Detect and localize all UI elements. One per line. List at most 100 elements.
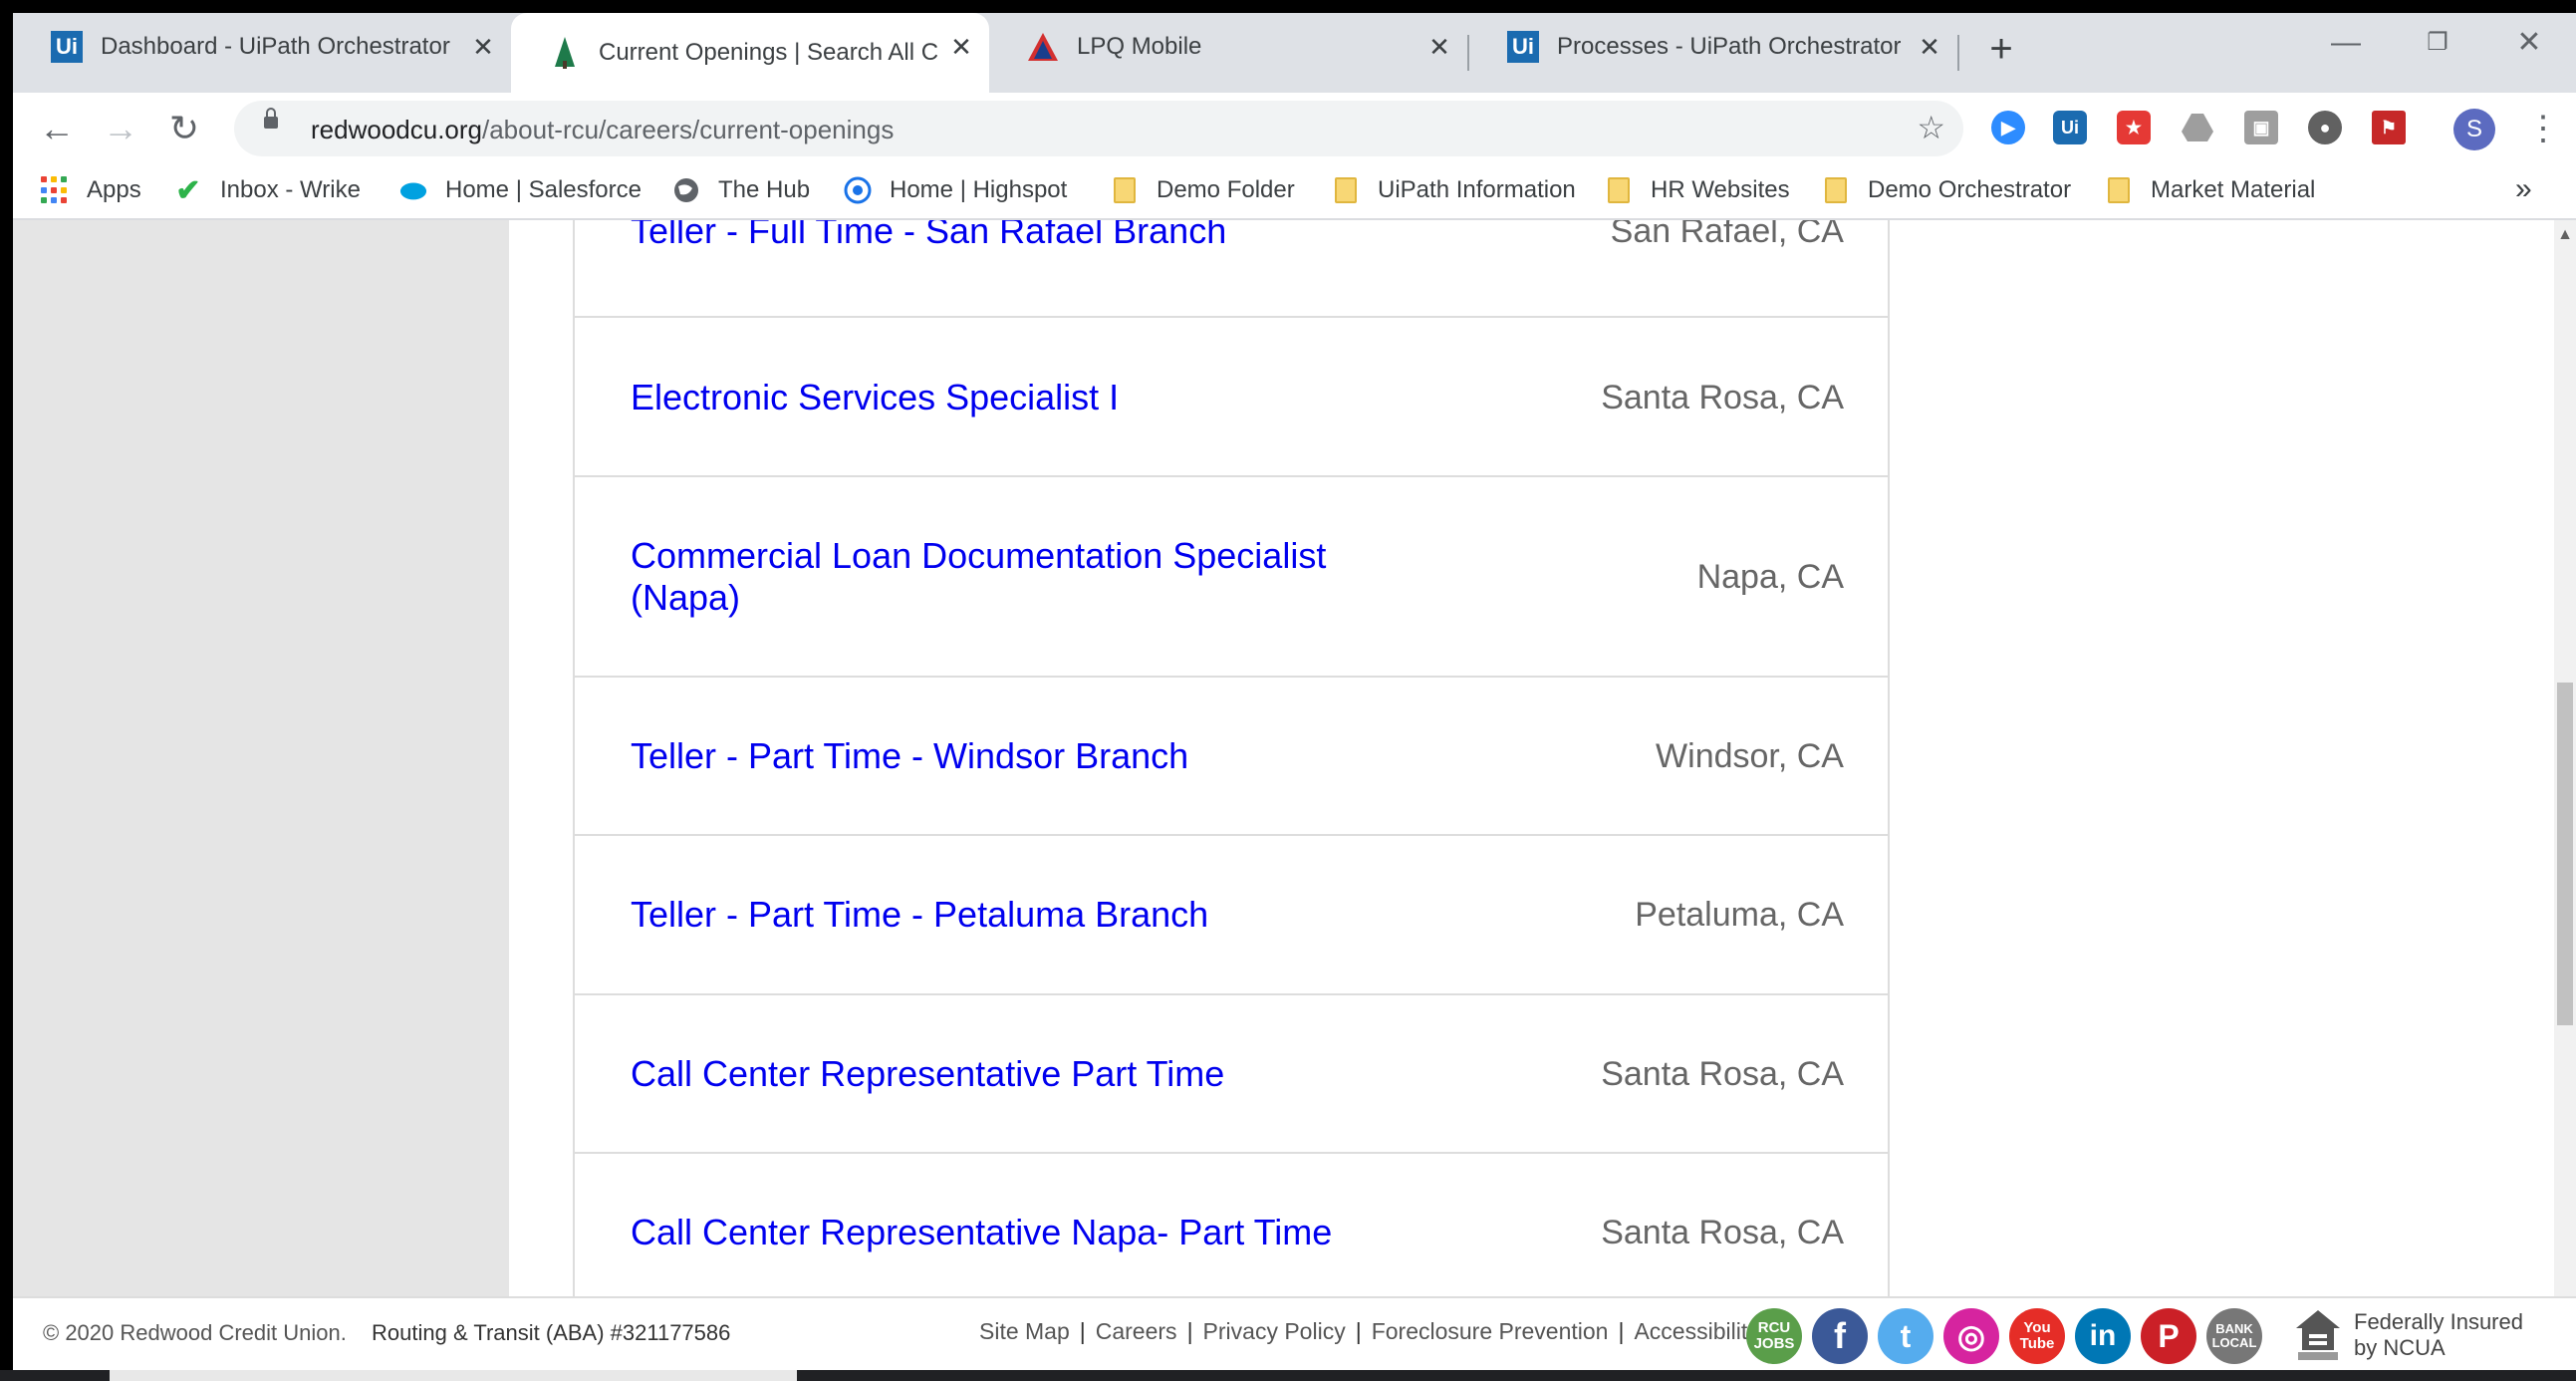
folder-icon [1605, 176, 1633, 204]
bookmark-label: Demo Folder [1157, 176, 1295, 203]
bookmark-label: Market Material [2151, 176, 2316, 203]
rcu-jobs-icon[interactable]: RCU JOBS [1746, 1308, 1802, 1364]
job-row: Commercial Loan Documentation Specialist… [575, 477, 1888, 678]
footer-link-site-map[interactable]: Site Map [969, 1318, 1080, 1345]
uipath-extension-icon[interactable]: Ui [2053, 111, 2087, 144]
ncua-badge: Federally Insured by NCUA [2294, 1308, 2523, 1362]
bookmarks-bar: Apps ✔ Inbox - Wrike Home | Salesforce T… [13, 164, 2576, 220]
site-footer: © 2020 Redwood Credit Union. Routing & T… [13, 1296, 2576, 1370]
browser-toolbar: ← → ↻ redwoodcu.org/about-rcu/careers/cu… [13, 93, 2576, 164]
job-title-link[interactable]: Teller - Full Time - San Rafael Branch [631, 220, 1388, 252]
folder-icon [1332, 176, 1360, 204]
close-icon[interactable]: ✕ [1423, 31, 1455, 63]
close-icon[interactable]: ✕ [1914, 31, 1945, 63]
footer-link-foreclosure-prevention[interactable]: Foreclosure Prevention [1362, 1318, 1619, 1345]
bank-local-icon[interactable]: BANK LOCAL [2206, 1308, 2262, 1364]
bookmark-wrike[interactable]: ✔ Inbox - Wrike [174, 173, 361, 207]
job-listing: Teller - Full Time - San Rafael Branch S… [573, 220, 1890, 1296]
zoom-extension-icon[interactable]: ▶ [1991, 111, 2025, 144]
tab-lpq-mobile[interactable]: LPQ Mobile ✕ [989, 13, 1467, 81]
job-title-link[interactable]: Call Center Representative Part Time [631, 1053, 1388, 1095]
browser-window: Ui Dashboard - UiPath Orchestrator ✕ Cur… [13, 13, 2576, 1370]
tab-separator [1957, 35, 1959, 71]
tab-strip: Ui Dashboard - UiPath Orchestrator ✕ Cur… [13, 13, 2576, 93]
job-location: Santa Rosa, CA [1601, 1214, 1844, 1251]
menu-icon[interactable]: ⋮ [2525, 105, 2561, 152]
ncua-line-2: by NCUA [2354, 1335, 2446, 1360]
bookmark-star-icon[interactable]: ☆ [1917, 109, 1945, 146]
facebook-icon[interactable]: f [1812, 1308, 1868, 1364]
extension-icon[interactable]: ● [2308, 111, 2342, 144]
close-window-icon[interactable]: ✕ [2483, 13, 2575, 73]
tab-processes[interactable]: Ui Processes - UiPath Orchestrator ✕ [1469, 13, 1957, 81]
job-row: Call Center Representative Part Time San… [575, 995, 1888, 1154]
close-icon[interactable]: ✕ [467, 31, 499, 63]
job-location: San Rafael, CA [1610, 220, 1844, 250]
job-row: Teller - Part Time - Windsor Branch Wind… [575, 678, 1888, 836]
job-row: Teller - Full Time - San Rafael Branch S… [575, 220, 1888, 318]
bookmark-demo-orchestrator[interactable]: Demo Orchestrator [1822, 174, 2071, 206]
restore-icon[interactable]: ❐ [2392, 13, 2483, 73]
new-tab-button[interactable]: + [1977, 25, 2025, 73]
bookmark-label: Apps [87, 176, 141, 203]
job-location: Santa Rosa, CA [1601, 379, 1844, 416]
address-bar[interactable]: redwoodcu.org/about-rcu/careers/current-… [234, 101, 1963, 156]
youtube-icon[interactable]: You Tube [2009, 1308, 2065, 1364]
tab-title: LPQ Mobile [1077, 33, 1202, 60]
url-path: /about-rcu/careers/current-openings [482, 115, 895, 144]
bookmark-apps[interactable]: Apps [41, 174, 141, 206]
lock-icon [264, 108, 278, 129]
bookmark-label: The Hub [718, 176, 811, 203]
footer-link-careers[interactable]: Careers [1086, 1318, 1187, 1345]
back-icon[interactable]: ← [31, 103, 83, 154]
extension-icon[interactable]: ▣ [2244, 111, 2278, 144]
job-title-link[interactable]: Call Center Representative Napa- Part Ti… [631, 1212, 1388, 1253]
highspot-icon [844, 176, 872, 204]
routing-number: Routing & Transit (ABA) #321177586 [372, 1320, 731, 1345]
footer-link-privacy-policy[interactable]: Privacy Policy [1193, 1318, 1356, 1345]
more-bookmarks-icon[interactable]: » [2515, 172, 2532, 206]
job-title-link[interactable]: Teller - Part Time - Windsor Branch [631, 735, 1388, 777]
extension-icon[interactable]: ★ [2117, 111, 2151, 144]
close-icon[interactable]: ✕ [945, 31, 977, 63]
forward-icon[interactable]: → [95, 103, 146, 154]
bookmark-label: Home | Highspot [890, 176, 1068, 203]
bookmark-market-material[interactable]: Market Material [2105, 174, 2315, 206]
scrollbar-thumb[interactable] [2557, 683, 2573, 1025]
job-title-link[interactable]: Commercial Loan Documentation Specialist… [631, 535, 1388, 619]
scroll-up-arrow-icon[interactable]: ▲ [2554, 226, 2576, 246]
footer-links: Site Map | Careers | Privacy Policy | Fo… [969, 1318, 1769, 1345]
linkedin-icon[interactable]: in [2075, 1308, 2131, 1364]
bookmark-hr-websites[interactable]: HR Websites [1605, 174, 1790, 206]
job-title-link[interactable]: Electronic Services Specialist I [631, 377, 1388, 418]
reload-icon[interactable]: ↻ [158, 103, 210, 154]
wrike-check-icon: ✔ [175, 173, 201, 207]
bookmark-uipath-information[interactable]: UiPath Information [1332, 174, 1576, 206]
instagram-icon[interactable]: ◎ [1943, 1308, 1999, 1364]
uipath-icon: Ui [1507, 31, 1539, 63]
lpq-icon [1027, 31, 1059, 63]
uipath-icon: Ui [51, 31, 83, 63]
profile-avatar[interactable]: S [2453, 109, 2495, 150]
job-row: Electronic Services Specialist I Santa R… [575, 318, 1888, 477]
taskbar-strip [0, 1370, 2576, 1381]
tab-current-openings[interactable]: Current Openings | Search All Cu ✕ [511, 13, 989, 93]
google-drive-icon[interactable] [2181, 111, 2214, 144]
address-url[interactable]: redwoodcu.org/about-rcu/careers/current-… [311, 115, 894, 145]
job-row: Teller - Part Time - Petaluma Branch Pet… [575, 836, 1888, 995]
job-title-link[interactable]: Teller - Part Time - Petaluma Branch [631, 894, 1388, 936]
apps-grid-icon [41, 176, 69, 204]
tab-dashboard[interactable]: Ui Dashboard - UiPath Orchestrator ✕ [13, 13, 511, 81]
bookmark-highspot[interactable]: Home | Highspot [844, 174, 1067, 206]
minimize-icon[interactable]: — [2300, 13, 2392, 73]
bookmark-the-hub[interactable]: The Hub [672, 174, 810, 206]
bookmark-label: Home | Salesforce [445, 176, 642, 203]
bookmark-salesforce[interactable]: Home | Salesforce [399, 174, 642, 206]
page-scrollbar[interactable]: ▲ [2554, 220, 2576, 1296]
url-domain: redwoodcu.org [311, 115, 482, 144]
twitter-icon[interactable]: t [1878, 1308, 1933, 1364]
pinterest-icon[interactable]: P [2141, 1308, 2196, 1364]
redwood-tree-icon [549, 37, 581, 69]
bookmark-demo-folder[interactable]: Demo Folder [1111, 174, 1295, 206]
pdf-extension-icon[interactable]: ⚑ [2372, 111, 2406, 144]
